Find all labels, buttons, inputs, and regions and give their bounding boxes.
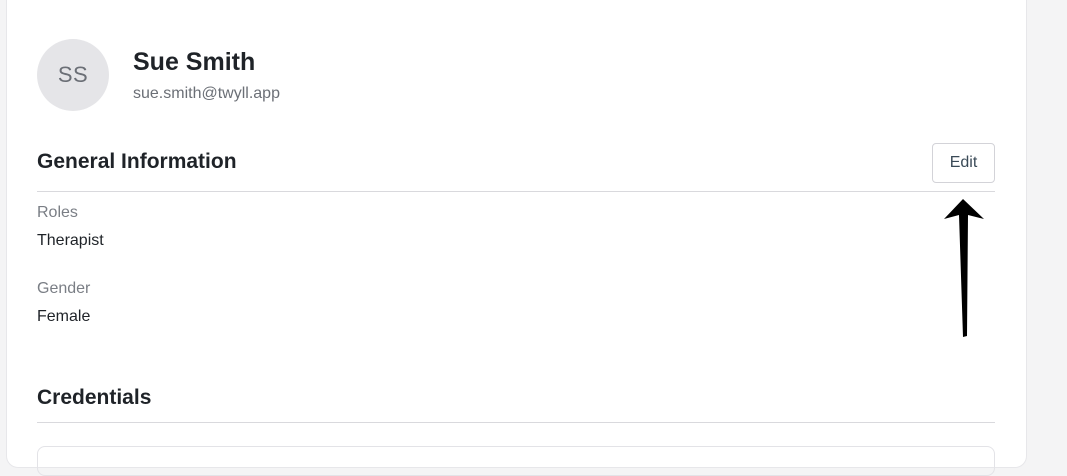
- general-information-title: General Information: [37, 150, 237, 173]
- credentials-title: Credentials: [37, 386, 152, 409]
- roles-label: Roles: [37, 204, 78, 221]
- user-email: sue.smith@twyll.app: [133, 85, 280, 102]
- gender-value: Female: [37, 308, 91, 325]
- annotation-arrow-icon: [944, 199, 984, 337]
- general-information-divider: [37, 191, 995, 192]
- avatar: SS: [37, 39, 109, 111]
- edit-button[interactable]: Edit: [932, 143, 995, 183]
- gender-label: Gender: [37, 280, 91, 297]
- credentials-divider: [37, 422, 995, 423]
- avatar-initials: SS: [57, 62, 89, 87]
- annotation-arrow-shape: [944, 199, 984, 337]
- user-name: Sue Smith: [133, 48, 256, 76]
- roles-value: Therapist: [37, 232, 104, 249]
